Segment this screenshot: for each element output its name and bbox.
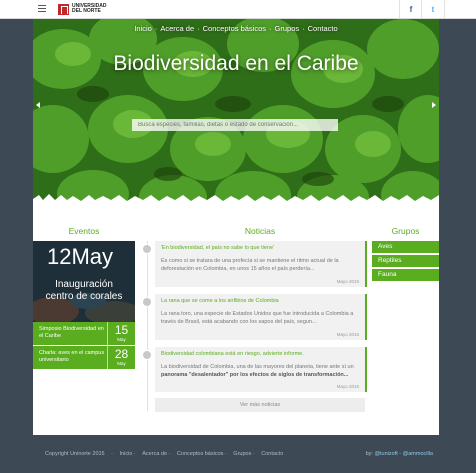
- footer-link-inicio[interactable]: Inicio: [120, 451, 133, 457]
- nav-separator: ·: [302, 24, 305, 33]
- news-body: La rana toro, una especie de Estados Uni…: [161, 311, 354, 325]
- footer-author-2[interactable]: @ammocilla: [403, 451, 433, 457]
- event-day: 28: [114, 347, 129, 361]
- event-day: 15: [114, 323, 129, 337]
- events-title: Eventos: [68, 226, 100, 236]
- news-body: La biodiversidad de Colombia, una de las…: [161, 363, 357, 379]
- footer-link-contacto[interactable]: Contacto: [261, 451, 283, 457]
- news-item[interactable]: La rana que se come a los anfibios de Co…: [142, 294, 367, 340]
- carousel-prev-icon[interactable]: [36, 102, 40, 108]
- nav-separator: ·: [197, 24, 200, 33]
- news-body-text: La biodiversidad de Colombia, una de las…: [161, 364, 354, 370]
- footer-link-conceptos[interactable]: Conceptos básicos: [177, 451, 223, 457]
- more-news-button[interactable]: Ver más noticias: [155, 398, 365, 412]
- event-month: May: [117, 337, 126, 342]
- news-headline[interactable]: Biodiversidad colombiana está en riesgo,…: [161, 351, 304, 357]
- group-item-aves[interactable]: Aves: [372, 241, 439, 253]
- nav-separator: ·: [269, 24, 272, 33]
- logo-mark-icon: [58, 3, 69, 15]
- top-bar: UNIVERSIDAD DEL NORTE f t: [0, 0, 476, 19]
- news-date: Mayo 2015: [336, 332, 359, 337]
- news-date: Mayo 2015: [336, 384, 359, 389]
- event-month: May: [117, 361, 126, 366]
- news-item[interactable]: 'En biodiversidad, el país no sabe lo qu…: [142, 241, 367, 287]
- news-title: Noticias: [244, 226, 276, 236]
- clover-background: [33, 19, 439, 204]
- footer-by-label: by:: [365, 451, 373, 457]
- news-headline[interactable]: La rana que se come a los anfibios de Co…: [161, 298, 279, 304]
- footer-link-acerca[interactable]: Acerca de: [142, 451, 167, 457]
- nav-separator: ·: [154, 24, 158, 33]
- nav-item-inicio[interactable]: Inicio: [134, 24, 152, 33]
- main-nav: Inicio · Acerca de · Conceptos básicos · Grupo…: [33, 24, 439, 33]
- hero-banner: Inicio · Acerca de · Conceptos básicos · Grupo…: [33, 19, 439, 204]
- search-input[interactable]: [132, 119, 338, 131]
- timeline-dot-icon: [142, 350, 152, 360]
- footer-author-1[interactable]: @tunizoft: [374, 451, 397, 457]
- timeline-dot-icon: [142, 297, 152, 307]
- event-item[interactable]: Charla: aves en el campus universitario …: [33, 346, 135, 369]
- twitter-icon[interactable]: t: [421, 0, 445, 18]
- nav-item-conceptos[interactable]: Conceptos básicos: [203, 24, 266, 33]
- main-content: Eventos Noticias Grupos 12May Inauguraci…: [33, 204, 439, 435]
- facebook-icon[interactable]: f: [399, 0, 422, 18]
- featured-event-title-line-1: Inauguración: [55, 279, 113, 290]
- featured-event[interactable]: 12May Inauguración centro de corales: [33, 241, 135, 322]
- group-item-fauna[interactable]: Fauna: [372, 269, 439, 281]
- timeline-dot-icon: [142, 244, 152, 254]
- nav-item-grupos[interactable]: Grupos: [275, 24, 300, 33]
- news-headline[interactable]: 'En biodiversidad, el país no sabe lo qu…: [161, 245, 274, 251]
- footer: Copyright Uninorte 2015 · Inicio · Acerc…: [33, 437, 439, 473]
- carousel-next-icon[interactable]: [432, 102, 436, 108]
- groups-title: Grupos: [391, 226, 420, 236]
- news-item[interactable]: Biodiversidad colombiana está en riesgo,…: [142, 347, 367, 392]
- group-item-reptiles[interactable]: Reptiles: [372, 255, 439, 267]
- event-item[interactable]: Simposio Biodiversidad en el Caribe 15 M…: [33, 322, 135, 345]
- news-date: Mayo 2015: [336, 279, 359, 284]
- nav-item-acerca[interactable]: Acerca de: [160, 24, 194, 33]
- logo-text-line-2: DEL NORTE: [72, 8, 101, 14]
- event-title: Charla: aves en el campus universitario: [39, 350, 105, 363]
- footer-copyright: Copyright Uninorte 2015: [45, 451, 105, 457]
- event-title: Simposio Biodiversidad en el Caribe: [39, 326, 104, 339]
- news-timeline: [147, 241, 148, 411]
- news-body: Es como si se tratara de una profecía si…: [161, 258, 339, 272]
- news-body-bold: panorama "desalentador" por los efectos …: [161, 372, 349, 378]
- university-logo[interactable]: UNIVERSIDAD DEL NORTE: [58, 3, 106, 15]
- footer-link-grupos[interactable]: Grupos: [233, 451, 251, 457]
- hero-title: Biodiversidad en el Caribe: [113, 52, 359, 75]
- featured-event-month: May: [71, 244, 114, 269]
- featured-event-day: 12: [47, 244, 72, 269]
- nav-item-contacto[interactable]: Contacto: [308, 24, 338, 33]
- menu-icon[interactable]: [38, 5, 46, 12]
- featured-event-title-line-2: centro de corales: [45, 291, 123, 302]
